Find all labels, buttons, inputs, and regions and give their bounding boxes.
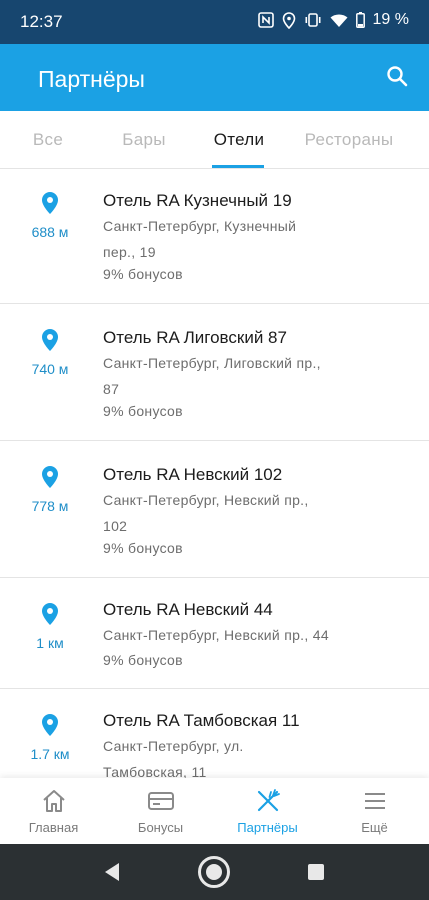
nfc-icon <box>257 12 274 28</box>
location-icon <box>282 11 296 29</box>
list-item[interactable]: 688 м Отель RA Кузнечный 19 Санкт-Петерб… <box>0 169 429 304</box>
category-tabs: Все Бары Отели Рестораны <box>0 111 429 169</box>
home-icon <box>42 790 65 812</box>
partner-address: Санкт-Петербург, Невский пр., 44 <box>103 622 393 648</box>
distance-label: 1 км <box>36 635 64 651</box>
distance-label: 688 м <box>31 224 69 240</box>
bottom-navigation: Главная Бонусы Партнёры Ещё <box>0 778 429 844</box>
tab-all[interactable]: Все <box>18 111 78 169</box>
system-home-button[interactable] <box>192 844 236 900</box>
nav-label: Бонусы <box>137 820 184 835</box>
system-recents-button[interactable] <box>294 844 338 900</box>
nav-more[interactable]: Ещё <box>321 778 428 844</box>
battery-percent: 19 % <box>372 11 409 28</box>
address-line: Санкт-Петербург, Невский пр., <box>103 492 309 508</box>
bonus-label: 9% бонусов <box>103 266 183 282</box>
page-title: Партнёры <box>38 66 145 92</box>
search-button[interactable] <box>383 64 411 92</box>
address-line: Санкт-Петербург, Невский пр., 44 <box>103 627 329 643</box>
address-line: Санкт-Петербург, Кузнечный <box>103 218 297 234</box>
distance-label: 740 м <box>31 361 69 377</box>
partner-address: Санкт-Петербург, ул. Тамбовская, 11 <box>103 733 343 778</box>
address-line: 87 <box>103 381 120 397</box>
partner-name: Отель RA Лиговский 87 <box>103 328 287 347</box>
partner-address: Санкт-Петербург, Кузнечный пер., 19 <box>103 213 343 265</box>
partner-name: Отель RA Кузнечный 19 <box>103 191 292 210</box>
search-icon <box>386 65 408 92</box>
system-back-button[interactable] <box>90 844 134 900</box>
address-line: Санкт-Петербург, ул. <box>103 738 244 754</box>
partner-name: Отель RA Тамбовская 11 <box>103 711 300 730</box>
list-item[interactable]: 740 м Отель RA Лиговский 87 Санкт-Петерб… <box>0 304 429 441</box>
partner-list: 688 м Отель RA Кузнечный 19 Санкт-Петерб… <box>0 169 429 778</box>
active-tab-indicator <box>212 165 264 168</box>
system-navigation-bar <box>0 844 429 900</box>
partner-address: Санкт-Петербург, Невский пр., 102 <box>103 487 343 539</box>
map-pin-icon <box>42 714 58 736</box>
nav-home[interactable]: Главная <box>0 778 107 844</box>
partner-name: Отель RA Невский 44 <box>103 600 273 619</box>
map-pin-icon <box>42 192 58 214</box>
nav-label: Главная <box>28 820 79 835</box>
tab-restaurants[interactable]: Рестораны <box>294 111 404 169</box>
wifi-icon <box>330 13 348 28</box>
vibrate-icon <box>304 13 322 27</box>
card-icon <box>147 792 174 810</box>
app-bar: Партнёры <box>0 44 429 111</box>
battery-icon <box>355 12 365 28</box>
bonus-label: 9% бонусов <box>103 403 183 419</box>
status-time: 12:37 <box>20 12 63 31</box>
status-bar: 12:37 19 % <box>0 0 429 44</box>
list-item[interactable]: 1 км Отель RA Невский 44 Санкт-Петербург… <box>0 578 429 689</box>
bonus-label: 9% бонусов <box>103 652 183 668</box>
address-line: Санкт-Петербург, Лиговский пр., <box>103 355 321 371</box>
address-line: пер., 19 <box>103 244 156 260</box>
nav-bonuses[interactable]: Бонусы <box>107 778 214 844</box>
nav-label: Партнёры <box>237 820 298 835</box>
address-line: Тамбовская, 11 <box>103 764 207 778</box>
tab-bars[interactable]: Бары <box>106 111 182 169</box>
map-pin-icon <box>42 466 58 488</box>
menu-icon <box>364 793 385 809</box>
partner-name: Отель RA Невский 102 <box>103 465 283 484</box>
back-icon <box>105 863 119 881</box>
map-pin-icon <box>42 329 58 351</box>
distance-label: 1.7 км <box>30 746 70 762</box>
nav-label: Ещё <box>361 820 388 835</box>
partner-address: Санкт-Петербург, Лиговский пр., 87 <box>103 350 343 402</box>
fork-knife-icon <box>257 789 280 812</box>
bonus-label: 9% бонусов <box>103 540 183 556</box>
home-circle-icon <box>198 856 230 888</box>
list-item[interactable]: 1.7 км Отель RA Тамбовская 11 Санкт-Пете… <box>0 689 429 778</box>
nav-partners[interactable]: Партнёры <box>214 778 321 844</box>
distance-label: 778 м <box>31 498 69 514</box>
status-icons: 19 % <box>257 11 409 29</box>
tab-hotels[interactable]: Отели <box>200 111 278 169</box>
map-pin-icon <box>42 603 58 625</box>
address-line: 102 <box>103 518 128 534</box>
list-item[interactable]: 778 м Отель RA Невский 102 Санкт-Петербу… <box>0 441 429 578</box>
recents-icon <box>308 864 324 880</box>
